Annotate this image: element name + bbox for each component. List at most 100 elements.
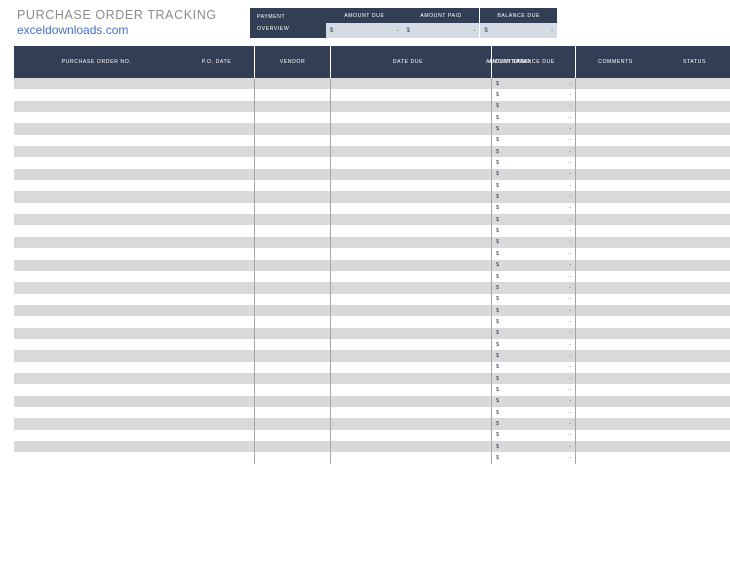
cell-vendor[interactable] [255,146,331,157]
cell-date-due[interactable] [331,316,486,327]
cell-comments[interactable] [576,328,656,339]
cell-balance-due[interactable]: $- [492,248,576,259]
cell-vendor[interactable] [255,350,331,361]
cell-date-due[interactable] [331,282,486,293]
cell-comments[interactable] [576,180,656,191]
cell-po-date[interactable] [179,418,255,429]
cell-status[interactable] [655,407,730,418]
cell-purchase-order-no[interactable] [14,237,179,248]
cell-po-date[interactable] [179,146,255,157]
cell-purchase-order-no[interactable] [14,180,179,191]
cell-comments[interactable] [576,305,656,316]
cell-po-date[interactable] [179,78,255,89]
cell-po-date[interactable] [179,135,255,146]
cell-purchase-order-no[interactable] [14,339,179,350]
cell-vendor[interactable] [255,248,331,259]
cell-balance-due[interactable]: $- [492,294,576,305]
cell-po-date[interactable] [179,191,255,202]
cell-vendor[interactable] [255,271,331,282]
cell-vendor[interactable] [255,430,331,441]
cell-purchase-order-no[interactable] [14,441,179,452]
cell-date-due[interactable] [331,225,486,236]
cell-date-due[interactable] [331,248,486,259]
cell-status[interactable] [655,112,730,123]
cell-date-due[interactable] [331,203,486,214]
cell-comments[interactable] [576,407,656,418]
cell-status[interactable] [655,384,730,395]
cell-po-date[interactable] [179,282,255,293]
cell-vendor[interactable] [255,101,331,112]
cell-vendor[interactable] [255,362,331,373]
cell-balance-due[interactable]: $- [492,237,576,248]
column-header-date-due[interactable]: DATE DUE [331,46,486,78]
cell-date-due[interactable] [331,271,486,282]
cell-purchase-order-no[interactable] [14,418,179,429]
cell-comments[interactable] [576,157,656,168]
cell-po-date[interactable] [179,248,255,259]
cell-status[interactable] [655,146,730,157]
cell-date-due[interactable] [331,350,486,361]
cell-date-due[interactable] [331,191,486,202]
cell-vendor[interactable] [255,78,331,89]
cell-date-due[interactable] [331,78,486,89]
cell-date-due[interactable] [331,214,486,225]
cell-purchase-order-no[interactable] [14,191,179,202]
cell-purchase-order-no[interactable] [14,350,179,361]
cell-comments[interactable] [576,441,656,452]
cell-status[interactable] [655,396,730,407]
cell-status[interactable] [655,294,730,305]
cell-purchase-order-no[interactable] [14,214,179,225]
column-header-comments[interactable]: COMMENTS [576,46,656,78]
cell-status[interactable] [655,282,730,293]
cell-balance-due[interactable]: $- [492,430,576,441]
cell-date-due[interactable] [331,135,486,146]
cell-vendor[interactable] [255,316,331,327]
cell-balance-due[interactable]: $- [492,146,576,157]
cell-date-due[interactable] [331,452,486,463]
cell-comments[interactable] [576,203,656,214]
cell-vendor[interactable] [255,214,331,225]
cell-po-date[interactable] [179,112,255,123]
cell-date-due[interactable] [331,180,486,191]
cell-po-date[interactable] [179,441,255,452]
cell-status[interactable] [655,452,730,463]
cell-comments[interactable] [576,452,656,463]
cell-date-due[interactable] [331,328,486,339]
cell-comments[interactable] [576,350,656,361]
overview-amount-due-value[interactable]: $ - [326,23,403,38]
cell-vendor[interactable] [255,237,331,248]
cell-balance-due[interactable]: $- [492,78,576,89]
cell-date-due[interactable] [331,157,486,168]
cell-vendor[interactable] [255,203,331,214]
cell-purchase-order-no[interactable] [14,373,179,384]
cell-purchase-order-no[interactable] [14,203,179,214]
cell-status[interactable] [655,316,730,327]
cell-status[interactable] [655,328,730,339]
cell-vendor[interactable] [255,396,331,407]
column-header-purchase-order-no[interactable]: PURCHASE ORDER NO. [14,46,179,78]
cell-po-date[interactable] [179,452,255,463]
cell-balance-due[interactable]: $- [492,225,576,236]
cell-comments[interactable] [576,362,656,373]
cell-vendor[interactable] [255,373,331,384]
cell-status[interactable] [655,237,730,248]
overview-balance-due-value[interactable]: $ - [480,23,557,38]
cell-status[interactable] [655,305,730,316]
cell-status[interactable] [655,78,730,89]
cell-po-date[interactable] [179,225,255,236]
cell-purchase-order-no[interactable] [14,305,179,316]
cell-date-due[interactable] [331,339,486,350]
cell-status[interactable] [655,271,730,282]
cell-vendor[interactable] [255,384,331,395]
cell-vendor[interactable] [255,441,331,452]
cell-vendor[interactable] [255,89,331,100]
cell-balance-due[interactable]: $- [492,441,576,452]
cell-po-date[interactable] [179,350,255,361]
cell-status[interactable] [655,157,730,168]
cell-date-due[interactable] [331,294,486,305]
cell-comments[interactable] [576,373,656,384]
cell-status[interactable] [655,260,730,271]
cell-purchase-order-no[interactable] [14,407,179,418]
cell-status[interactable] [655,191,730,202]
cell-date-due[interactable] [331,430,486,441]
